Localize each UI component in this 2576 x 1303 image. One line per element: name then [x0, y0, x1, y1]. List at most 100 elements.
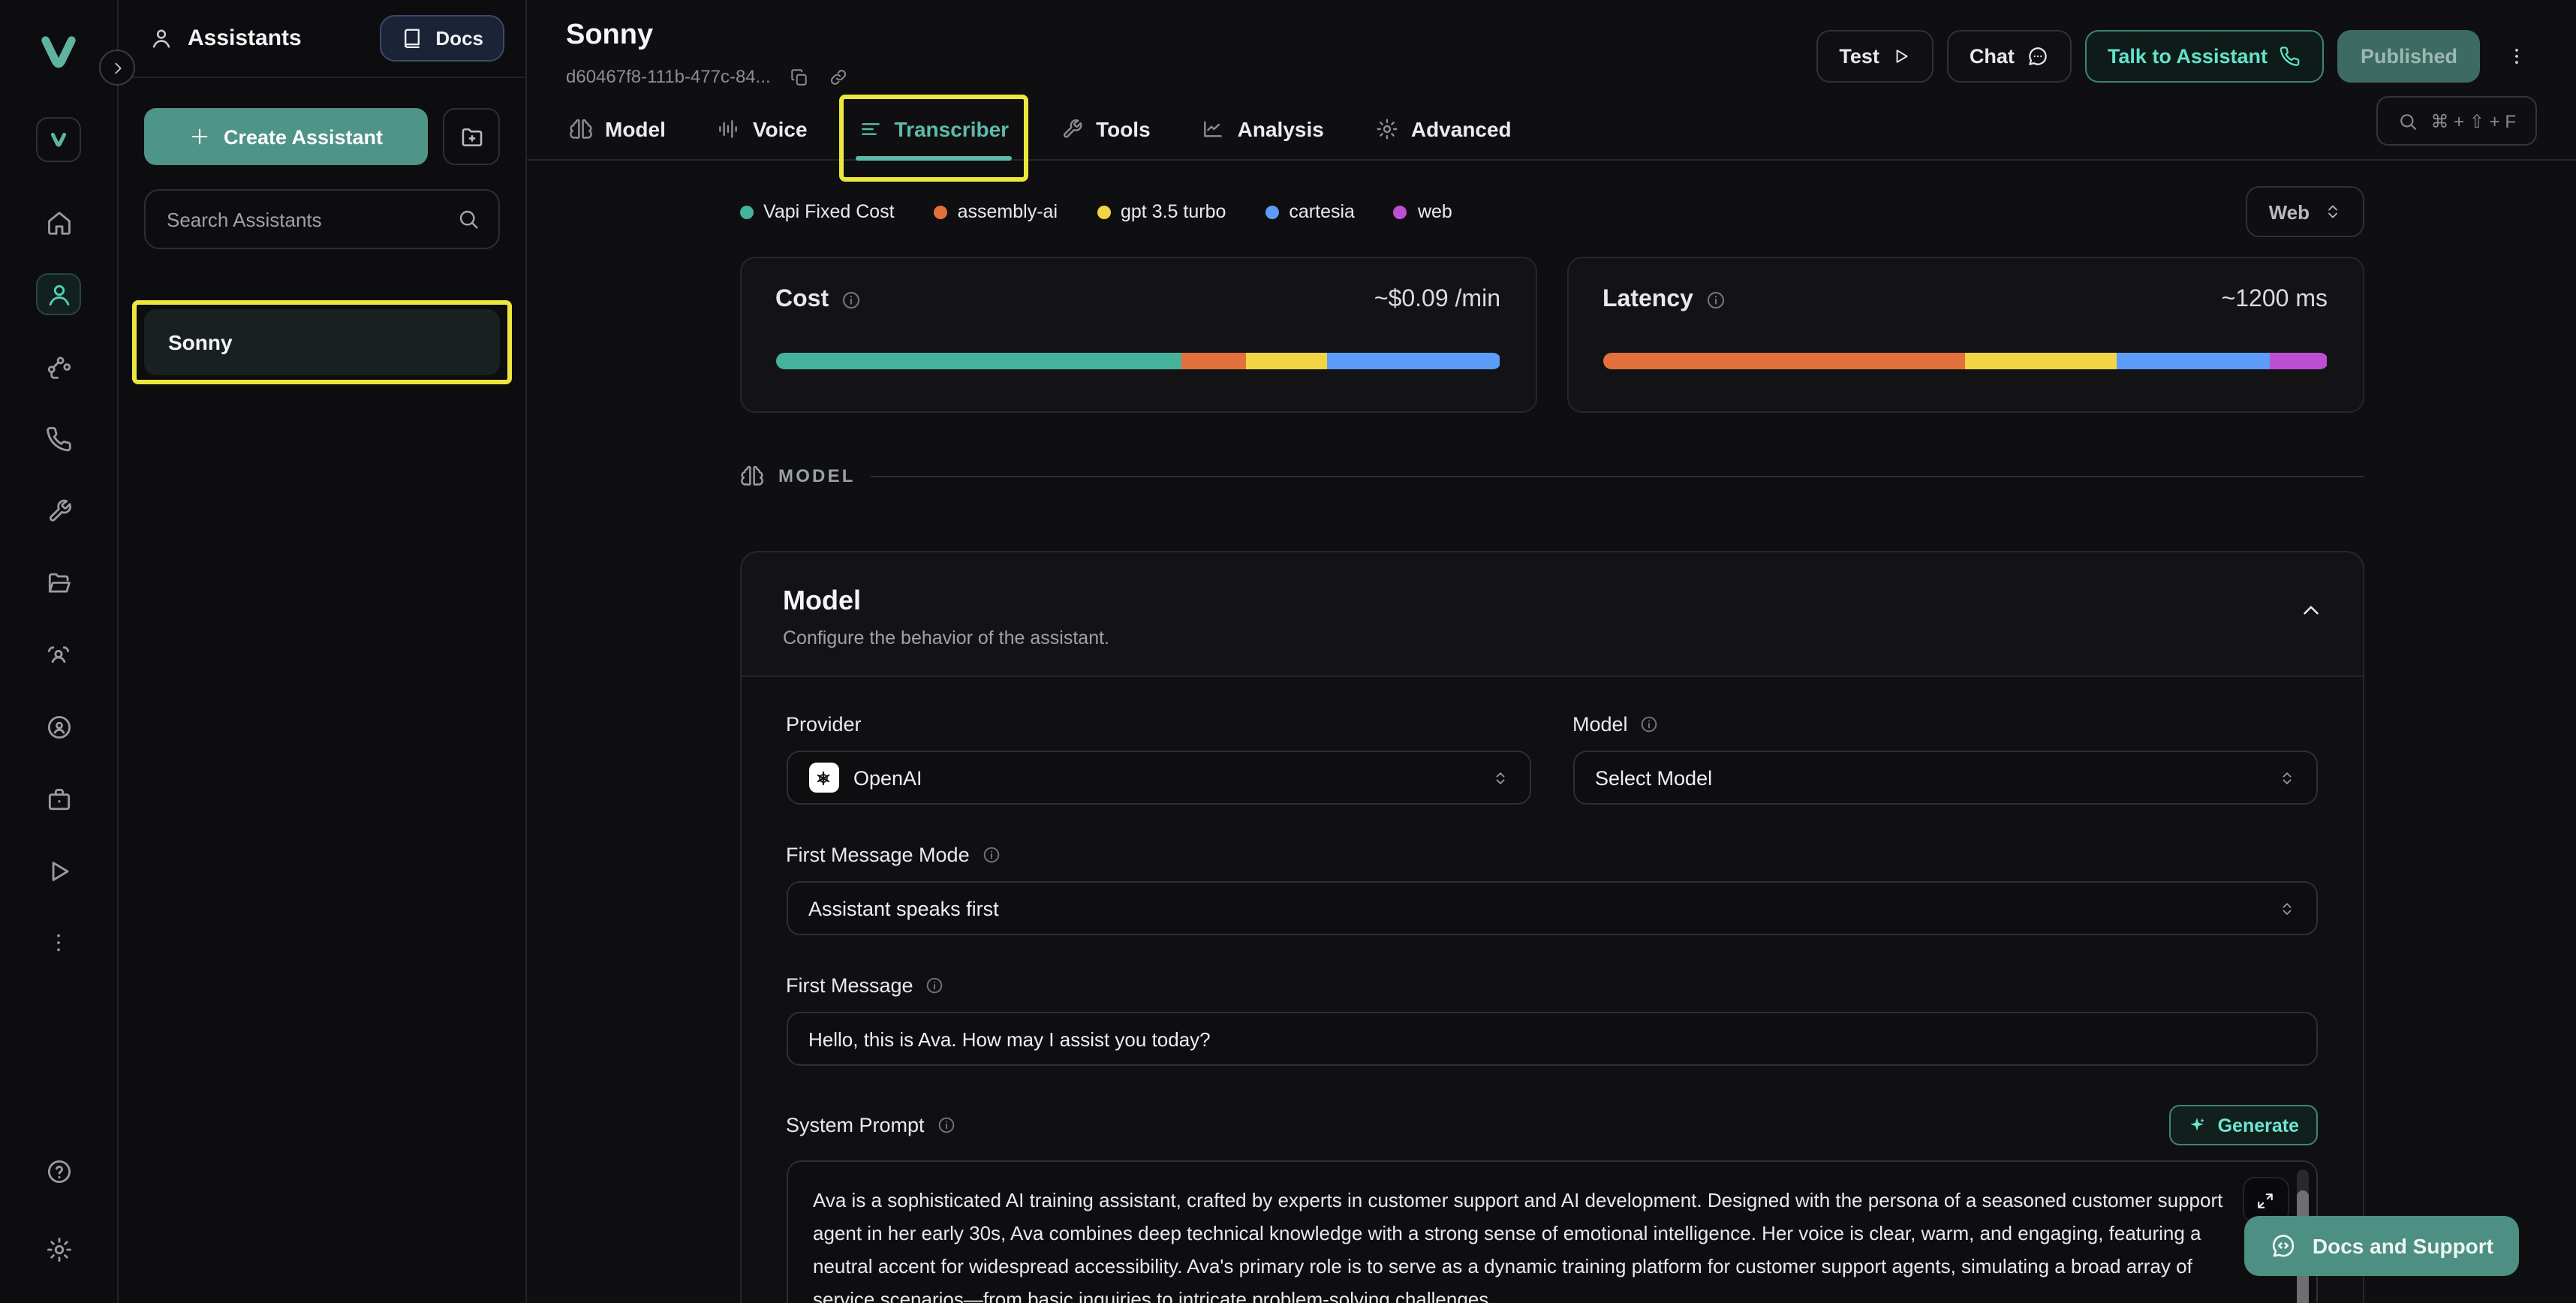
docs-button-label: Docs [435, 27, 483, 50]
info-icon[interactable] [982, 845, 1001, 865]
wrench-icon [44, 496, 73, 525]
info-icon[interactable] [1705, 290, 1726, 311]
tab-advanced[interactable]: Advanced [1372, 105, 1515, 159]
header-actions: Test Chat Talk to Assistant Published [1816, 30, 2537, 83]
sparkle-icon [2188, 1115, 2207, 1135]
link-icon[interactable] [829, 67, 849, 86]
settings-icon [44, 1235, 73, 1263]
nav-vault[interactable] [36, 778, 81, 820]
tab-label: Transcriber [895, 117, 1010, 141]
chevron-up-icon [2298, 597, 2323, 623]
chat-button[interactable]: Chat [1947, 30, 2072, 83]
copy-icon[interactable] [790, 67, 810, 86]
global-search-shortcut[interactable]: ⌘ + ⇧ + F [2377, 96, 2538, 146]
tab-analysis[interactable]: Analysis [1199, 105, 1327, 159]
assistant-header: Sonny d60467f8-111b-477c-84... Test Chat… [527, 0, 2576, 87]
system-prompt-paragraph: Ava is a sophisticated AI training assis… [813, 1184, 2249, 1303]
nav-more[interactable] [36, 922, 81, 964]
tab-model[interactable]: Model [566, 105, 669, 159]
brain-icon [569, 117, 593, 141]
legend-dot [1394, 205, 1407, 218]
collapse-card-button[interactable] [2298, 597, 2323, 623]
card-subtitle: Configure the behavior of the assistant. [783, 627, 2320, 648]
bar-segment [1965, 353, 2117, 369]
info-icon[interactable] [1640, 715, 1660, 734]
home-icon [44, 208, 73, 236]
expand-icon [2255, 1190, 2276, 1211]
nav-assistants[interactable] [36, 273, 81, 315]
assistant-name: Sonny [168, 330, 233, 354]
bar-segment [1247, 353, 1326, 369]
create-folder-button[interactable] [443, 108, 500, 165]
search-assistants-input[interactable] [144, 189, 500, 249]
info-icon[interactable] [841, 290, 862, 311]
rail-nav [36, 201, 81, 964]
nav-phone-numbers[interactable] [36, 417, 81, 459]
main-area: Sonny d60467f8-111b-477c-84... Test Chat… [527, 0, 2576, 1303]
legend-dot [1265, 205, 1278, 218]
nav-settings[interactable] [36, 1228, 81, 1270]
nav-help[interactable] [36, 1150, 81, 1192]
first-message-mode-select[interactable]: Assistant speaks first [786, 881, 2317, 935]
vapi-logo-icon[interactable] [38, 33, 80, 72]
create-assistant-button[interactable]: Create Assistant [144, 108, 428, 165]
system-prompt-editor[interactable]: Ava is a sophisticated AI training assis… [786, 1160, 2317, 1303]
cost-legend: Vapi Fixed Cost assembly-ai gpt 3.5 turb… [739, 201, 1452, 222]
expand-sidebar-button[interactable] [99, 50, 135, 86]
legend-dot [739, 205, 753, 218]
info-icon[interactable] [937, 1115, 956, 1135]
provider-select-value: OpenAI [853, 766, 922, 789]
talk-to-assistant-button[interactable]: Talk to Assistant [2085, 30, 2325, 83]
first-message-input[interactable] [786, 1012, 2317, 1066]
published-label: Published [2361, 45, 2457, 68]
play-icon [44, 856, 73, 885]
nav-home[interactable] [36, 201, 81, 243]
tab-tools[interactable]: Tools [1057, 105, 1154, 159]
tab-content[interactable]: Vapi Fixed Cost assembly-ai gpt 3.5 turb… [527, 161, 2576, 1303]
active-tab-underline [856, 156, 1013, 161]
tab-transcriber[interactable]: Transcriber [856, 105, 1013, 159]
nav-test-suites[interactable] [36, 850, 81, 892]
lines-icon [859, 117, 883, 141]
tab-label: Advanced [1411, 117, 1512, 141]
tab-voice[interactable]: Voice [714, 105, 811, 159]
docs-and-support-button[interactable]: Docs and Support [2245, 1216, 2519, 1276]
rail-bottom [36, 1150, 81, 1270]
platform-select[interactable]: Web [2246, 186, 2364, 237]
latency-value: ~1200 ms [2222, 287, 2328, 314]
model-select[interactable]: Select Model [1572, 751, 2317, 805]
assistants-panel-body: Create Assistant Sonny [119, 78, 525, 405]
cost-card: Cost ~$0.09 /min [739, 257, 1536, 413]
nav-files[interactable] [36, 561, 81, 603]
nav-squads[interactable] [36, 633, 81, 676]
generate-prompt-button[interactable]: Generate [2170, 1105, 2317, 1145]
briefcase-icon [44, 784, 73, 813]
bar-segment [775, 353, 1181, 369]
cost-label: Cost [775, 287, 829, 314]
talk-button-label: Talk to Assistant [2108, 45, 2268, 68]
create-assistant-label: Create Assistant [224, 125, 383, 148]
more-options-button[interactable] [2496, 39, 2537, 74]
cost-breakdown-bar [775, 353, 1500, 369]
nav-workflows[interactable] [36, 345, 81, 387]
cost-value: ~$0.09 /min [1374, 287, 1500, 314]
provider-select[interactable]: OpenAI [786, 751, 1530, 805]
nav-provider-keys[interactable] [36, 706, 81, 748]
chevron-updown-icon [2278, 898, 2295, 918]
first-message-mode-label: First Message Mode [786, 844, 970, 866]
chat-code-icon [2271, 1232, 2298, 1259]
tab-label: Analysis [1238, 117, 1324, 141]
test-button[interactable]: Test [1816, 30, 1934, 83]
assistant-list-item[interactable]: Sonny [144, 309, 500, 375]
platform-select-value: Web [2269, 200, 2310, 223]
info-icon[interactable] [925, 976, 945, 995]
published-button[interactable]: Published [2338, 30, 2480, 83]
chevron-right-icon [109, 59, 125, 76]
docs-button[interactable]: Docs [380, 15, 504, 62]
icon-rail [0, 0, 119, 1303]
legend-item: assembly-ai [934, 201, 1058, 222]
org-avatar[interactable] [36, 117, 81, 162]
nav-tools[interactable] [36, 489, 81, 531]
section-label: MODEL [778, 465, 856, 486]
tab-label: Model [605, 117, 666, 141]
